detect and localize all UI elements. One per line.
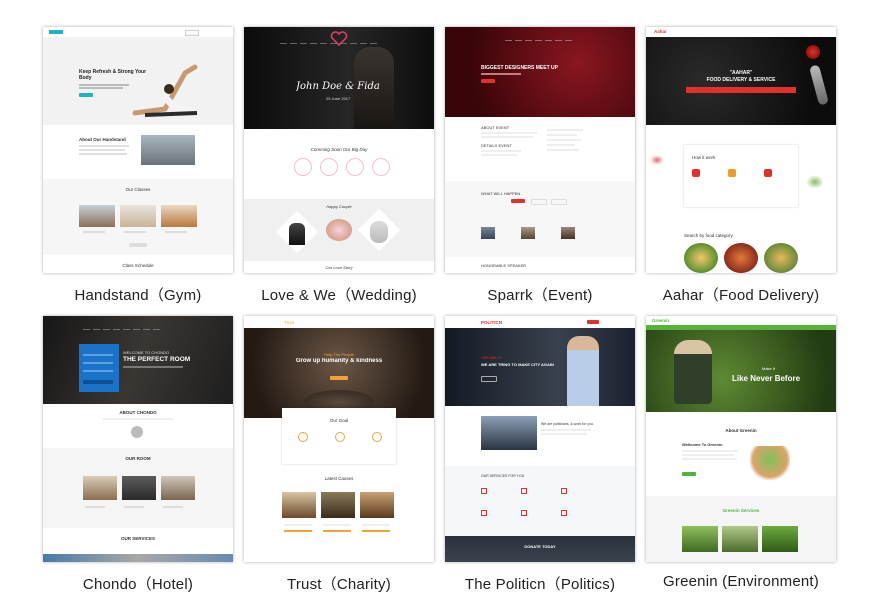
hero-button[interactable] xyxy=(481,79,495,83)
hero-button[interactable] xyxy=(330,376,348,380)
thumb-countdown: Comming Soon Our Big Day xyxy=(244,129,434,199)
thumb-hero: John Doe & Fida 25 June 2017 xyxy=(244,27,434,129)
hero-title: WE ARE TRING TO MAKE CITY AGAIN xyxy=(481,362,554,367)
template-thumbnail[interactable]: John Doe & Fida 25 June 2017 Comming Soo… xyxy=(244,27,434,273)
template-caption: The Politicn（Politics) xyxy=(464,576,616,593)
template-card-chondo[interactable]: WELCOME TO CHONDO THE PERFECT ROOM ABOUT… xyxy=(43,316,233,593)
hero-title: BIGGEST DESIGNERS MEET UP xyxy=(481,65,558,71)
about-image xyxy=(141,135,195,165)
template-card-love-we[interactable]: John Doe & Fida 25 June 2017 Comming Soo… xyxy=(244,27,434,304)
thumb-services: Greenin Services xyxy=(646,496,836,562)
goal-panel: Our Goal xyxy=(282,408,396,464)
hero-title: Like Never Before xyxy=(732,374,801,383)
template-caption: Trust（Charity) xyxy=(287,576,391,593)
thumb-hero: OUR ABILITY WE ARE TRING TO MAKE CITY AG… xyxy=(445,328,635,406)
template-caption: Aahar（Food Delivery) xyxy=(662,287,820,304)
thumb-about: ABOUT EVENT DETAILS EVENT xyxy=(445,117,635,181)
gardener-figure xyxy=(674,340,712,404)
template-card-aahar[interactable]: Aahar "AAHAR" FOOD DELIVERY & SERVICE Ho… xyxy=(646,27,836,304)
thumb-hero: Help The People Grow up humanity & kindn… xyxy=(244,328,434,418)
thumb-services: OUR SERVICES FOR YOU xyxy=(445,466,635,536)
template-card-sparrk[interactable]: BIGGEST DESIGNERS MEET UP ABOUT EVENT DE… xyxy=(445,27,635,304)
template-caption: Chondo（Hotel) xyxy=(82,576,194,593)
thumb-schedule: WHAT WILL HAPPEN xyxy=(445,181,635,257)
how-it-work-panel: How it work xyxy=(684,145,798,207)
hero-button[interactable] xyxy=(481,376,497,382)
template-thumbnail[interactable]: POLITICN OUR ABILITY WE ARE TRING TO MAK… xyxy=(445,316,635,562)
hero-title: FOOD DELIVERY & SERVICE xyxy=(706,77,776,83)
yoga-figure-icon xyxy=(132,64,198,117)
thumb-hero: BIGGEST DESIGNERS MEET UP xyxy=(445,27,635,117)
hero-title: THE PERFECT ROOM xyxy=(123,356,191,363)
thumb-about: About Our Handstand xyxy=(43,125,233,179)
template-card-politicn[interactable]: POLITICN OUR ABILITY WE ARE TRING TO MAK… xyxy=(445,316,635,593)
thumb-nav: Trust xyxy=(244,316,434,332)
template-thumbnail[interactable]: Greenin Make It Like Never Before About … xyxy=(646,316,836,562)
template-thumbnail[interactable]: WELCOME TO CHONDO THE PERFECT ROOM ABOUT… xyxy=(43,316,233,562)
thumb-hero: Keep Refresh & Strong Your Body xyxy=(43,37,233,125)
thumb-classes: Our Classes xyxy=(43,179,233,255)
thumb-nav: Aahar xyxy=(646,27,836,41)
politician-figure xyxy=(567,336,599,406)
template-caption: Love & We（Wedding) xyxy=(261,287,417,304)
thumb-rooms: OUR ROOM xyxy=(43,448,233,528)
plant-pots-image xyxy=(750,446,790,480)
thumb-nav: Greenin xyxy=(646,316,836,330)
hero-title: Grow up humanity & kindness xyxy=(295,358,383,364)
thumb-about: ABOUT CHONDO xyxy=(43,404,233,448)
thumb-hero: "AAHAR" FOOD DELIVERY & SERVICE xyxy=(646,37,836,125)
thumb-about: About Greenin Wellcome To Greenin xyxy=(646,412,836,496)
template-thumbnail[interactable]: Aahar "AAHAR" FOOD DELIVERY & SERVICE Ho… xyxy=(646,27,836,273)
thumb-donate: DONATE TODAY xyxy=(445,536,635,562)
heart-logo-icon xyxy=(330,31,348,46)
template-caption: Handstand（Gym) xyxy=(74,287,202,304)
template-caption: Sparrk（Event) xyxy=(487,287,593,304)
thumb-hero: Make It Like Never Before xyxy=(646,330,836,412)
hero-button[interactable] xyxy=(79,93,93,97)
booking-form[interactable] xyxy=(79,344,119,392)
thumb-couple: Happy Couple xyxy=(244,199,434,261)
template-card-greenin[interactable]: Greenin Make It Like Never Before About … xyxy=(646,316,836,590)
thumb-body: How it work Search by food category xyxy=(646,125,836,273)
template-thumbnail[interactable]: Trust Help The People Grow up humanity &… xyxy=(244,316,434,562)
template-caption: Greenin (Environment) xyxy=(663,573,819,590)
template-thumbnail[interactable]: BIGGEST DESIGNERS MEET UP ABOUT EVENT DE… xyxy=(445,27,635,273)
template-card-handstand[interactable]: Keep Refresh & Strong Your Body About Ou… xyxy=(43,27,233,304)
thumb-hero: WELCOME TO CHONDO THE PERFECT ROOM xyxy=(43,316,233,404)
avatar xyxy=(131,426,143,438)
couple-names: John Doe & Fida xyxy=(296,81,380,92)
search-bar[interactable] xyxy=(686,87,796,93)
template-thumbnail[interactable]: Keep Refresh & Strong Your Body About Ou… xyxy=(43,27,233,273)
thumb-about: We are politicians, & work for you. xyxy=(445,406,635,466)
template-card-trust[interactable]: Trust Help The People Grow up humanity &… xyxy=(244,316,434,593)
